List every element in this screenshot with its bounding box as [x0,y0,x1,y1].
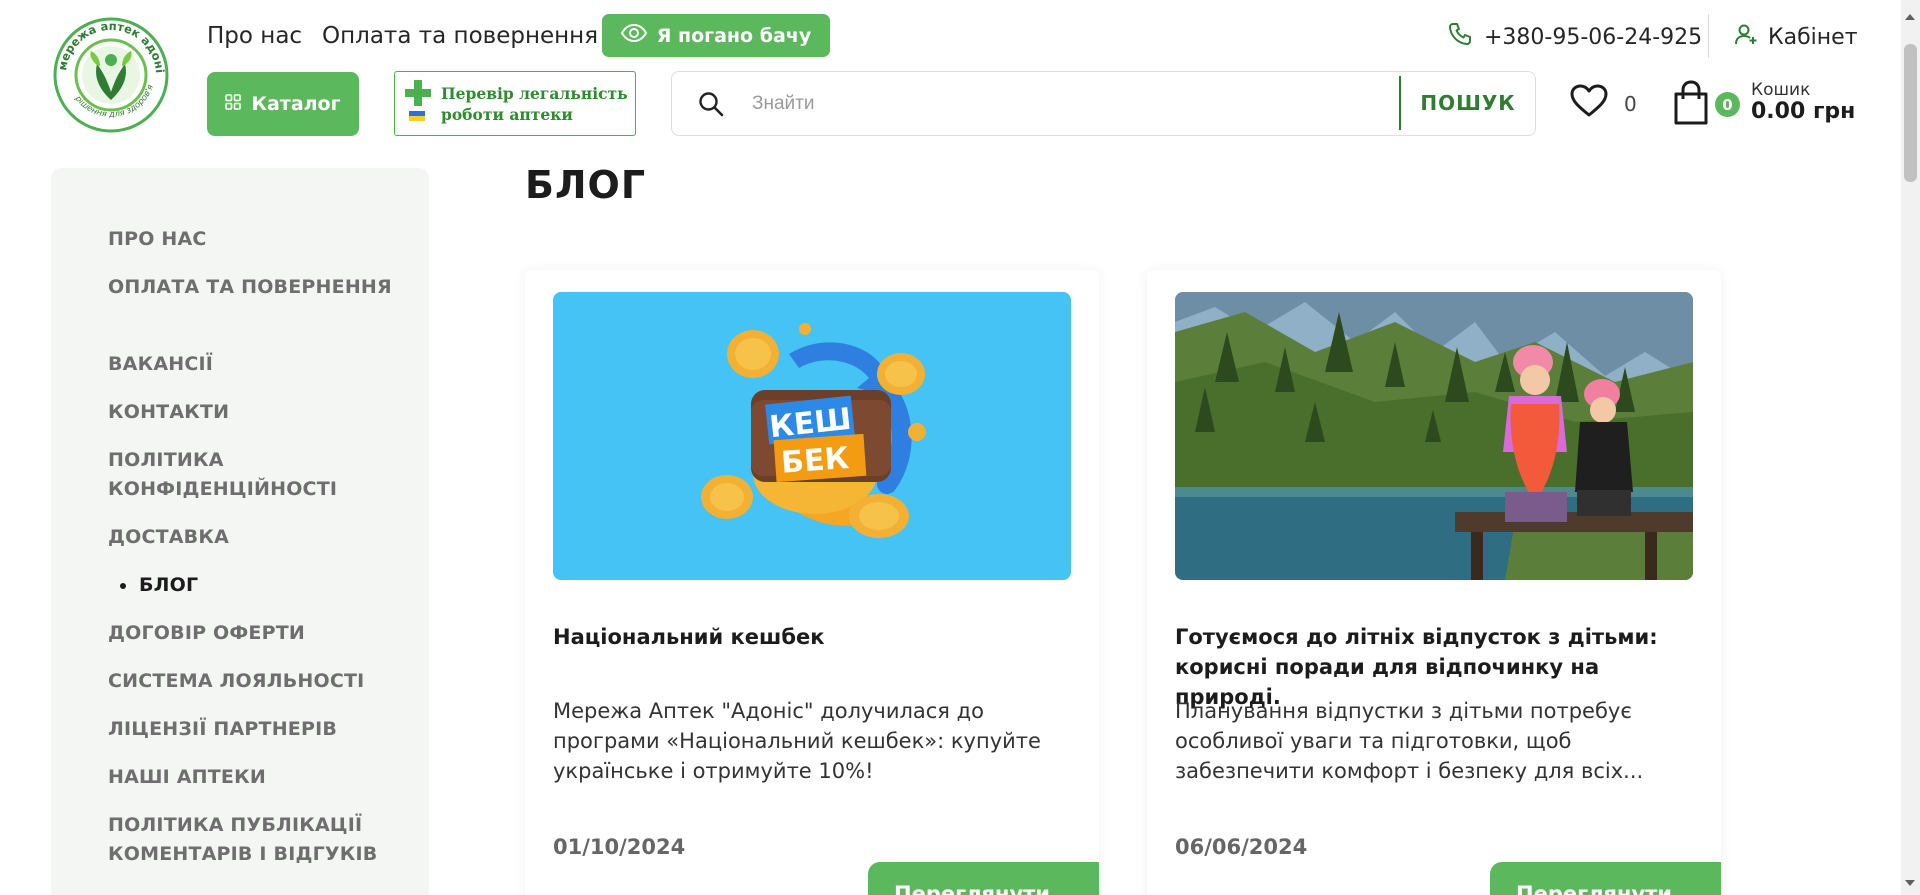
phone-number: +380-95-06-24-925 [1484,24,1703,50]
search-input[interactable] [752,86,1352,122]
scroll-up-arrow-icon[interactable] [1905,14,1915,20]
heart-icon [1570,84,1608,123]
cashback-word-2: БЕК [780,441,851,481]
cart-label: Кошик [1751,80,1811,100]
sidebar-item-offer[interactable]: ДОГОВІР ОФЕРТИ [108,619,408,648]
scrollbar-thumb[interactable] [1904,44,1917,182]
active-bullet [120,583,126,589]
cart-count-badge: 0 [1715,92,1740,117]
legality-line-1: Перевір легальність [441,83,628,103]
search-button[interactable]: ПОШУК [1403,72,1533,134]
blog-card: Готуємося до літніх відпусток з дітьми: … [1147,270,1721,895]
phone-link[interactable]: +380-95-06-24-925 [1448,22,1702,52]
sidebar-item-contacts[interactable]: КОНТАКТИ [108,398,408,427]
sidebar-item-comments-policy[interactable]: ПОЛІТИКА ПУБЛІКАЦІЇ КОМЕНТАРІВ І ВІДГУКІ… [108,811,408,869]
page-title: БЛОГ [525,163,647,207]
sidebar-item-payment[interactable]: ОПЛАТА ТА ПОВЕРНЕННЯ [108,273,408,302]
legality-check-banner[interactable]: Перевір легальність роботи аптеки [394,71,636,136]
search-icon[interactable] [698,91,724,121]
wishlist-count: 0 [1624,91,1637,116]
sidebar-item-blog[interactable]: БЛОГ [139,571,439,600]
header-divider [1708,14,1709,58]
blog-card: КЕШ БЕК Національний кешбек Мережа Аптек… [525,270,1099,895]
sidebar-item-delivery[interactable]: ДОСТАВКА [108,523,408,552]
search-bar: ПОШУК [671,71,1536,136]
cart-link[interactable] [1672,80,1710,130]
view-post-button[interactable]: Переглянути [1490,862,1721,895]
sidebar-item-vacancies[interactable]: ВАКАНСІЇ [108,350,408,379]
low-vision-button[interactable]: Я погано бачу [602,14,830,57]
scroll-down-arrow-icon[interactable] [1905,880,1915,886]
catalog-button[interactable]: Каталог [207,72,359,136]
post-excerpt: Планування відпустки з дітьми потребує о… [1175,699,1644,783]
post-excerpt: Мережа Аптек "Адоніс" долучилася до прог… [553,699,1041,783]
post-title[interactable]: Національний кешбек [553,622,1078,652]
sidebar-menu: ПРО НАС ОПЛАТА ТА ПОВЕРНЕННЯ ВАКАНСІЇ КО… [51,168,429,895]
post-image-summer-vacation[interactable] [1175,292,1693,580]
low-vision-label: Я погано бачу [656,24,812,47]
pharmacy-cross-flag-icon [405,79,431,128]
sidebar-item-about[interactable]: ПРО НАС [108,225,408,254]
shopping-bag-icon [1672,80,1710,130]
sidebar-item-licenses[interactable]: ЛІЦЕНЗІЇ ПАРТНЕРІВ [108,715,408,744]
site-logo[interactable]: мережа аптек адоніс рішення для здоров'я [49,5,170,134]
catalog-label: Каталог [251,93,341,115]
cabinet-link[interactable]: Кабінет [1734,22,1858,52]
user-plus-icon [1734,22,1758,52]
post-date: 06/06/2024 [1175,835,1308,859]
cart-total: 0.00 грн [1751,99,1856,124]
nav-link-payment[interactable]: Оплата та повернення [322,22,598,50]
post-date: 01/10/2024 [553,835,686,859]
wishlist-link[interactable]: 0 [1570,84,1637,123]
sidebar-item-privacy[interactable]: ПОЛІТИКА КОНФІДЕНЦІЙНОСТІ [108,446,408,504]
eye-icon [620,23,647,47]
sidebar-item-loyalty[interactable]: СИСТЕМА ЛОЯЛЬНОСТІ [108,667,408,696]
sidebar-item-pharmacies[interactable]: НАШІ АПТЕКИ [108,763,408,792]
phone-icon [1448,22,1472,52]
search-divider [1399,76,1401,130]
post-image-cashback[interactable]: КЕШ БЕК [553,292,1071,580]
grid-icon [225,93,242,115]
cabinet-label: Кабінет [1768,24,1858,50]
legality-line-2: роботи аптеки [441,104,573,124]
view-post-button[interactable]: Переглянути [868,862,1099,895]
nav-link-about[interactable]: Про нас [207,22,302,50]
